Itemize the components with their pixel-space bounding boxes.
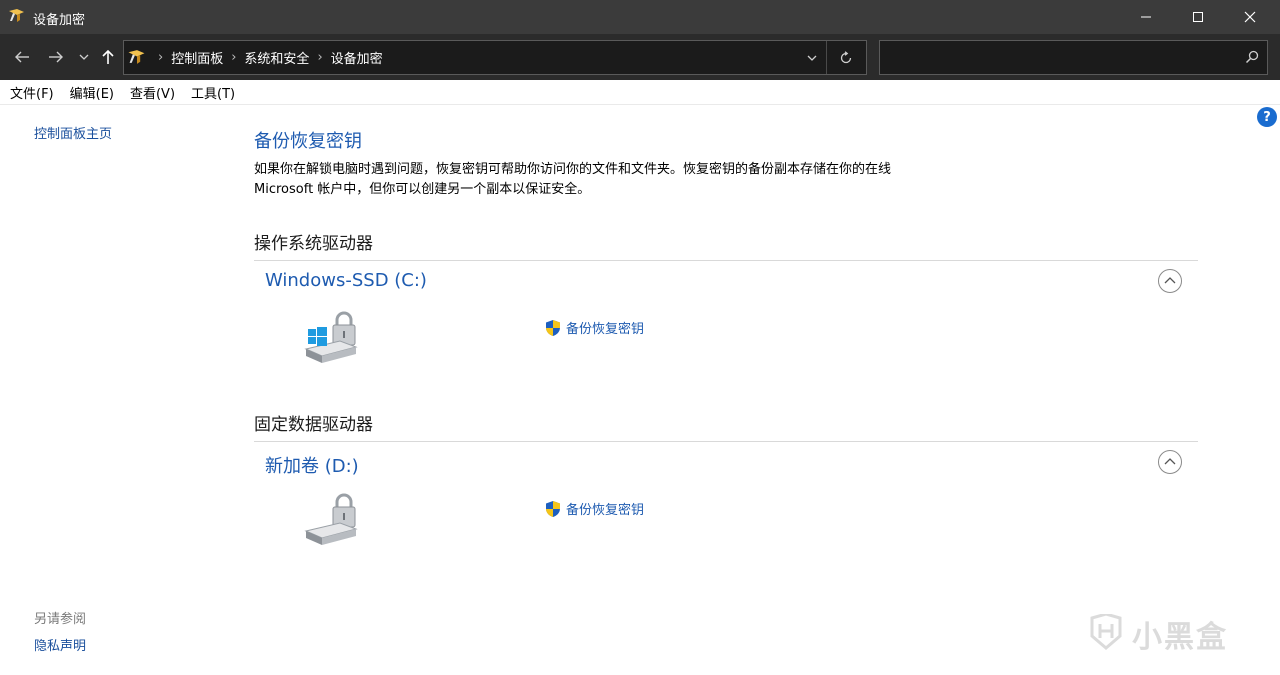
uac-shield-icon bbox=[544, 500, 562, 518]
watermark: 小黑盒 bbox=[1086, 612, 1228, 656]
back-button[interactable] bbox=[6, 43, 38, 71]
backup-recovery-key-link-d[interactable]: 备份恢复密钥 bbox=[544, 499, 644, 518]
refresh-icon bbox=[840, 50, 851, 63]
backup-recovery-key-label[interactable]: 备份恢复密钥 bbox=[566, 499, 644, 518]
control-panel-icon bbox=[127, 49, 147, 66]
address-bar[interactable]: › 控制面板 › 系统和安全 › 设备加密 bbox=[123, 40, 867, 75]
chevron-down-icon bbox=[807, 55, 817, 61]
backup-recovery-key-label[interactable]: 备份恢复密钥 bbox=[566, 318, 644, 337]
section-heading-fixed-drive: 固定数据驱动器 bbox=[254, 415, 373, 435]
arrow-up-icon bbox=[102, 49, 114, 64]
chevron-down-icon bbox=[79, 54, 89, 60]
section-heading-os-drive: 操作系统驱动器 bbox=[254, 234, 373, 254]
page-title: 备份恢复密钥 bbox=[254, 131, 362, 152]
minimize-icon bbox=[1141, 16, 1151, 18]
section-divider bbox=[254, 260, 1198, 261]
watermark-text: 小黑盒 bbox=[1132, 620, 1228, 655]
forward-button[interactable] bbox=[40, 43, 72, 71]
watermark-logo-icon bbox=[1086, 612, 1126, 654]
privacy-statement-link[interactable]: 隐私声明 bbox=[34, 635, 86, 654]
chevron-up-icon bbox=[1164, 277, 1176, 284]
maximize-icon bbox=[1193, 12, 1203, 22]
see-also-label: 另请参阅 bbox=[34, 612, 87, 627]
maximize-button[interactable] bbox=[1172, 0, 1224, 34]
arrow-right-icon bbox=[49, 51, 63, 63]
menu-file[interactable]: 文件(F) bbox=[10, 83, 54, 102]
refresh-button[interactable] bbox=[826, 41, 864, 74]
section-divider bbox=[254, 441, 1198, 442]
search-input[interactable] bbox=[879, 40, 1268, 75]
chevron-right-icon[interactable]: › bbox=[158, 50, 163, 65]
menu-edit[interactable]: 编辑(E) bbox=[70, 83, 114, 102]
drive-title-c: Windows-SSD (C:) bbox=[265, 270, 427, 291]
menu-tools[interactable]: 工具(T) bbox=[191, 83, 235, 102]
chevron-right-icon[interactable]: › bbox=[231, 50, 236, 65]
backup-recovery-key-link-c[interactable]: 备份恢复密钥 bbox=[544, 318, 644, 337]
arrow-left-icon bbox=[15, 51, 29, 63]
search-icon[interactable] bbox=[1245, 50, 1259, 68]
left-panel: 控制面板主页 另请参阅 隐私声明 bbox=[0, 106, 234, 675]
page-description: 如果你在解锁电脑时遇到问题，恢复密钥可帮助你访问你的文件和文件夹。恢复密钥的备份… bbox=[254, 162, 892, 197]
menu-view[interactable]: 查看(V) bbox=[130, 83, 175, 102]
collapse-button-c[interactable] bbox=[1158, 269, 1182, 293]
menu-bar: 文件(F) 编辑(E) 查看(V) 工具(T) bbox=[0, 80, 1280, 105]
drive-title-d: 新加卷 (D:) bbox=[265, 456, 359, 477]
breadcrumb: › 控制面板 › 系统和安全 › 设备加密 bbox=[150, 41, 383, 74]
help-icon[interactable]: ? bbox=[1257, 107, 1277, 127]
close-icon bbox=[1244, 11, 1256, 23]
up-button[interactable] bbox=[96, 43, 120, 71]
breadcrumb-device-encryption[interactable]: 设备加密 bbox=[331, 48, 383, 67]
control-panel-home-link[interactable]: 控制面板主页 bbox=[34, 123, 112, 142]
breadcrumb-control-panel[interactable]: 控制面板 bbox=[171, 48, 223, 67]
encrypted-data-drive-icon bbox=[300, 493, 362, 547]
close-button[interactable] bbox=[1224, 0, 1276, 34]
address-dropdown-button[interactable] bbox=[800, 41, 824, 74]
chevron-right-icon[interactable]: › bbox=[317, 50, 322, 65]
breadcrumb-system-security[interactable]: 系统和安全 bbox=[244, 48, 309, 67]
control-panel-icon bbox=[8, 8, 26, 24]
title-bar: 设备加密 bbox=[0, 0, 1280, 34]
encrypted-os-drive-icon bbox=[300, 311, 362, 365]
recent-locations-button[interactable] bbox=[74, 43, 94, 71]
navigation-bar: › 控制面板 › 系统和安全 › 设备加密 bbox=[0, 34, 1280, 80]
chevron-up-icon bbox=[1164, 458, 1176, 465]
window-title: 设备加密 bbox=[33, 13, 86, 28]
uac-shield-icon bbox=[544, 319, 562, 337]
collapse-button-d[interactable] bbox=[1158, 450, 1182, 474]
minimize-button[interactable] bbox=[1120, 0, 1172, 34]
